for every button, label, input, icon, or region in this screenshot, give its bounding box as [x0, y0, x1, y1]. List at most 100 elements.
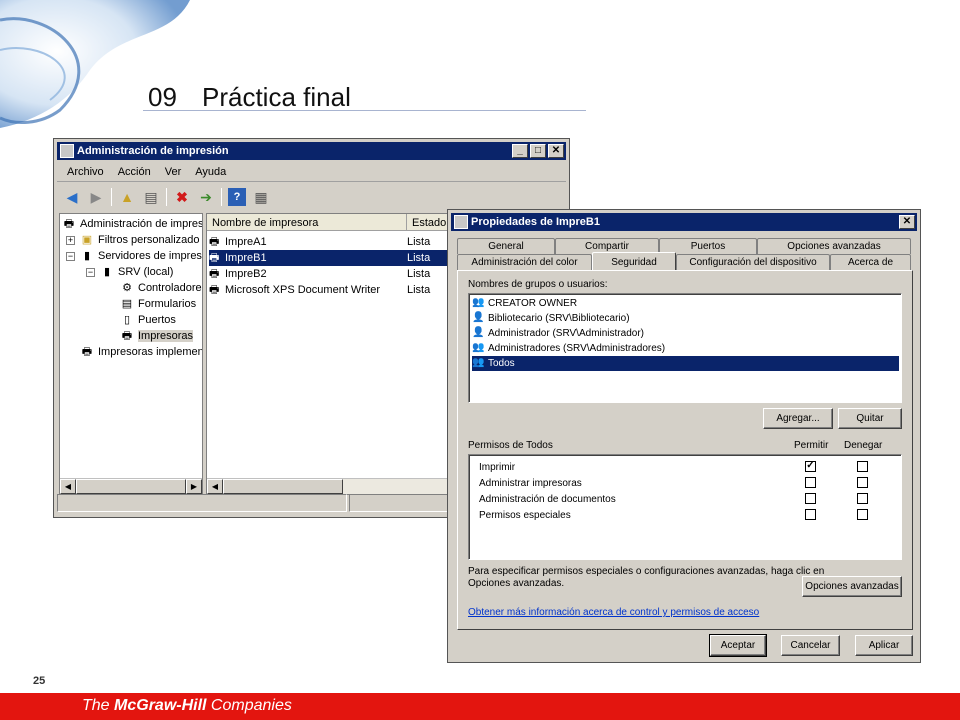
tab-opciones-avanzadas[interactable]: Opciones avanzadas	[757, 238, 911, 254]
dialog-close-button[interactable]: ✕	[899, 215, 915, 229]
deny-checkbox[interactable]	[857, 477, 868, 488]
minimize-button[interactable]: _	[512, 144, 528, 158]
brand-suffix: Companies	[206, 697, 292, 714]
permissions-listbox: Imprimir ✓ Administrar impresoras Admini…	[468, 454, 902, 560]
driver-icon: ⚙	[122, 282, 132, 294]
allow-header: Permitir	[794, 440, 829, 451]
ports-icon: ▯	[123, 314, 131, 326]
user-list-item[interactable]: 👥 CREATOR OWNER	[472, 296, 899, 311]
tab-general[interactable]: General	[457, 238, 555, 254]
export-icon[interactable]: ➔	[197, 188, 215, 206]
properties-icon[interactable]: ▦	[252, 188, 270, 206]
tree-item-forms[interactable]: ▤ Formularios	[120, 296, 196, 312]
allow-checkbox[interactable]	[805, 493, 816, 504]
tree-item-label: Impresoras	[138, 330, 194, 342]
show-hide-tree-icon[interactable]: ▤	[142, 188, 160, 206]
apply-button[interactable]: Aplicar	[855, 635, 913, 656]
deny-checkbox[interactable]	[857, 493, 868, 504]
tab-acerca-de[interactable]: Acerca de	[830, 254, 911, 270]
user-list-item[interactable]: 👤 Administrador (SRV\Administrador)	[472, 326, 899, 341]
printer-name: ImpreB1	[225, 252, 267, 264]
dialog-titlebar[interactable]: Propiedades de ImpreB1 ✕	[451, 213, 917, 231]
tree-item-label: Formularios	[138, 298, 197, 310]
tree-horizontal-scrollbar[interactable]: ◀ ▶	[60, 478, 202, 494]
tree-item-print-servers[interactable]: ▮ Servidores de impres	[80, 248, 202, 264]
permission-row: Imprimir	[479, 459, 879, 475]
forms-icon: ▤	[121, 298, 133, 310]
footer-brand: The McGraw-Hill Companies	[82, 697, 292, 715]
printer-icon: 🖶	[209, 283, 220, 296]
console-title: Administración de impresión	[77, 145, 229, 157]
maximize-button[interactable]: □	[530, 144, 546, 158]
column-printer-name[interactable]: Nombre de impresora	[207, 214, 407, 231]
menu-ver[interactable]: Ver	[165, 166, 182, 178]
forward-arrow-icon[interactable]: ▶	[87, 188, 105, 206]
printer-name: ImpreA1	[225, 236, 267, 248]
tab-administracion-color[interactable]: Administración del color	[457, 254, 592, 270]
tree-item-label: SRV (local)	[118, 266, 174, 278]
tab-row-back: General Compartir Puertos Opciones avanz…	[457, 238, 911, 254]
tree-item-printers[interactable]: 🖶 Impresoras	[120, 328, 194, 344]
tree-item-print-management[interactable]: 🖶 Administración de impres	[62, 216, 202, 232]
status-cell	[57, 494, 347, 512]
allow-checkbox[interactable]	[805, 477, 816, 488]
deny-checkbox[interactable]	[857, 509, 868, 520]
permission-row: Permisos especiales	[479, 507, 879, 523]
tree-item-ports[interactable]: ▯ Puertos	[120, 312, 176, 328]
scroll-left-arrow-icon[interactable]: ◀	[60, 479, 76, 494]
filter-icon: ▣	[81, 234, 93, 246]
allow-checkbox[interactable]	[805, 509, 816, 520]
group-icon: 👥	[472, 297, 485, 308]
tab-configuracion-dispositivo[interactable]: Configuración del dispositivo	[676, 254, 830, 270]
tree-item-label: Filtros personalizado	[98, 234, 200, 246]
tree-item-label: Puertos	[138, 314, 176, 326]
delete-icon[interactable]: ✖	[173, 188, 191, 206]
console-titlebar[interactable]: Administración de impresión _ □ ✕	[57, 142, 566, 160]
tree-item-srv-local[interactable]: ▮ SRV (local)	[100, 264, 173, 280]
status-cell	[349, 494, 449, 512]
ok-button[interactable]: Aceptar	[709, 634, 767, 657]
collapse-toggle[interactable]: −	[86, 268, 95, 277]
add-button[interactable]: Agregar...	[763, 408, 833, 429]
printer-row[interactable]: 🖶 Microsoft XPS Document Writer Lista	[209, 282, 449, 298]
footer-bar: The McGraw-Hill Companies	[0, 693, 960, 720]
user-icon: 👤	[472, 327, 485, 338]
tree-item-deployed-printers[interactable]: 🖶 Impresoras implemen	[80, 344, 202, 360]
printer-name: Microsoft XPS Document Writer	[225, 284, 381, 296]
tree-item-custom-filters[interactable]: ▣ Filtros personalizado	[80, 232, 200, 248]
menu-ayuda[interactable]: Ayuda	[195, 166, 226, 178]
up-folder-icon[interactable]: ▲	[118, 188, 136, 206]
security-tab-panel: Nombres de grupos o usuarios: 👥 CREATOR O…	[457, 270, 913, 630]
cancel-button[interactable]: Cancelar	[781, 635, 840, 656]
users-listbox[interactable]: 👥 CREATOR OWNER 👤 Bibliotecario (SRV\Bibli…	[468, 293, 902, 403]
scroll-thumb[interactable]	[223, 479, 343, 494]
user-label: Administrador (SRV\Administrador)	[488, 328, 644, 339]
help-icon[interactable]: ?	[228, 188, 246, 206]
scroll-right-arrow-icon[interactable]: ▶	[186, 479, 202, 494]
menu-accion[interactable]: Acción	[118, 166, 151, 178]
allow-checkbox-checked[interactable]: ✓	[805, 461, 816, 472]
collapse-toggle[interactable]: −	[66, 252, 75, 261]
back-arrow-icon[interactable]: ◀	[63, 188, 81, 206]
tree-item-drivers[interactable]: ⚙ Controladore	[120, 280, 202, 296]
toolbar: ◀ ▶ ▲ ▤ ✖ ➔ ? ▦	[57, 184, 566, 210]
scroll-left-arrow-icon[interactable]: ◀	[207, 479, 223, 494]
scroll-thumb[interactable]	[76, 479, 186, 494]
user-list-item[interactable]: 👤 Bibliotecario (SRV\Bibliotecario)	[472, 311, 899, 326]
user-list-item[interactable]: 👥 Administradores (SRV\Administradores)	[472, 341, 899, 356]
printer-status: Lista	[407, 268, 431, 280]
printer-icon: 🖶	[121, 330, 133, 342]
special-permissions-text: Para especificar permisos especiales o c…	[468, 566, 825, 577]
deny-checkbox[interactable]	[857, 461, 868, 472]
advanced-options-button[interactable]: Opciones avanzadas	[802, 576, 902, 597]
permission-label: Administrar impresoras	[479, 477, 582, 489]
printer-status: Lista	[407, 284, 431, 296]
tab-seguridad[interactable]: Seguridad	[592, 252, 676, 271]
close-button[interactable]: ✕	[548, 144, 564, 158]
remove-button[interactable]: Quitar	[838, 408, 902, 429]
access-control-help-link[interactable]: Obtener más información acerca de contro…	[468, 607, 759, 618]
expand-toggle[interactable]: +	[66, 236, 75, 245]
user-list-item-selected[interactable]: 👥 Todos	[472, 356, 899, 371]
menu-archivo[interactable]: Archivo	[67, 166, 104, 178]
printer-status: Lista	[407, 252, 431, 264]
